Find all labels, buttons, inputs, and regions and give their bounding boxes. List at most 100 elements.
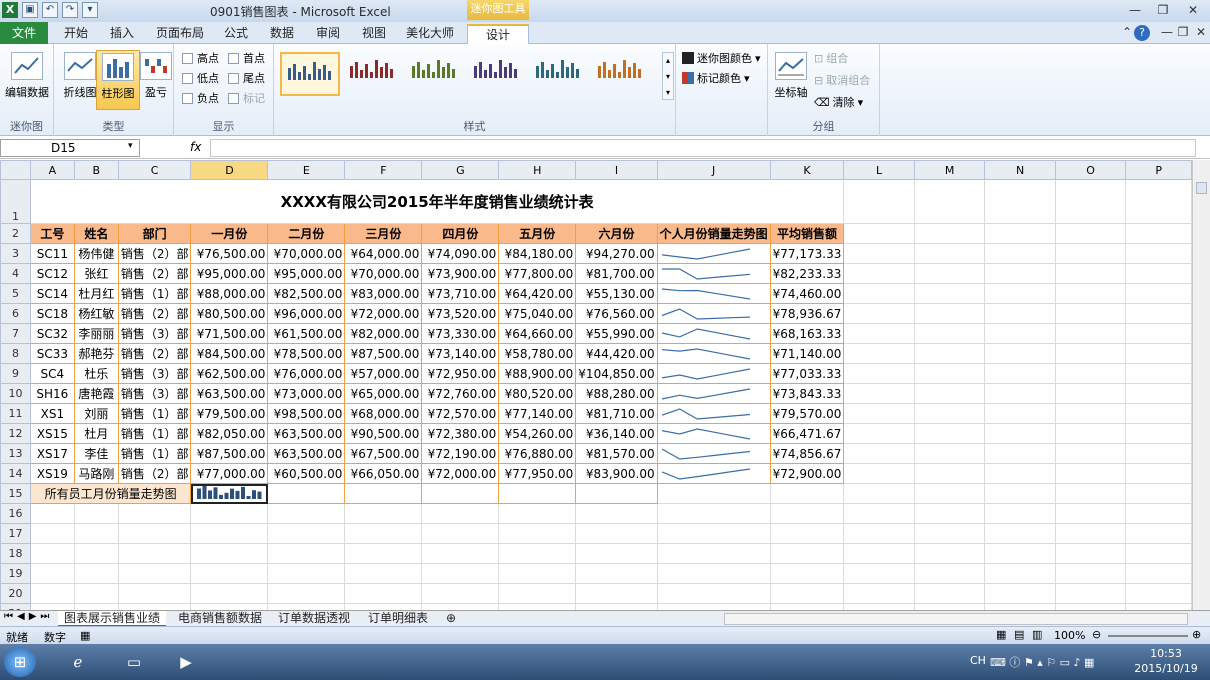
cell-sales[interactable]: ¥74,090.00 — [421, 243, 500, 264]
cell[interactable] — [769, 563, 845, 584]
cell[interactable] — [984, 243, 1056, 264]
cell-dept[interactable]: 销售（1）部 — [117, 423, 192, 444]
cell-average[interactable]: ¥72,900.00 — [769, 463, 845, 484]
cell-sales[interactable]: ¥72,570.00 — [421, 403, 500, 424]
cell[interactable] — [843, 403, 915, 424]
cell[interactable] — [913, 583, 986, 604]
cell[interactable] — [421, 503, 500, 524]
cell[interactable] — [498, 583, 577, 604]
cell-sales[interactable]: ¥87,500.00 — [344, 343, 423, 364]
cell[interactable] — [267, 483, 346, 504]
cell[interactable] — [913, 243, 986, 264]
cell-name[interactable]: 郝艳芬 — [73, 343, 119, 364]
cell-sales[interactable]: ¥83,900.00 — [575, 463, 658, 484]
cell[interactable] — [913, 463, 986, 484]
normal-view-icon[interactable]: ▦ — [996, 628, 1006, 641]
row-header[interactable]: 7 — [0, 323, 31, 344]
cell[interactable] — [190, 523, 269, 544]
cell-sparkline[interactable] — [656, 423, 771, 444]
cell-sales[interactable]: ¥87,500.00 — [190, 443, 269, 464]
cell-sales[interactable]: ¥77,950.00 — [498, 463, 577, 484]
cell[interactable] — [190, 543, 269, 564]
cell-sparkline[interactable] — [656, 243, 771, 264]
cell[interactable] — [843, 583, 915, 604]
cell[interactable] — [29, 583, 75, 604]
cell[interactable] — [984, 383, 1056, 404]
cell[interactable] — [1125, 323, 1192, 344]
cell[interactable] — [421, 543, 500, 564]
style-option-1[interactable] — [280, 52, 340, 96]
cell-id[interactable]: XS19 — [29, 463, 75, 484]
cell-sales[interactable]: ¥63,500.00 — [267, 423, 346, 444]
cell[interactable] — [1054, 223, 1127, 244]
customize-qat-icon[interactable]: ▾ — [82, 2, 98, 18]
cell[interactable] — [843, 423, 915, 444]
cell[interactable] — [344, 483, 423, 504]
cell-sales[interactable]: ¥66,050.00 — [344, 463, 423, 484]
col-header[interactable]: O — [1054, 160, 1127, 180]
cell-sales[interactable]: ¥90,500.00 — [344, 423, 423, 444]
cell[interactable] — [843, 463, 915, 484]
cell-id[interactable]: SC11 — [29, 243, 75, 264]
row-header[interactable]: 1 — [0, 179, 31, 224]
cell-sales[interactable]: ¥80,520.00 — [498, 383, 577, 404]
cell[interactable] — [843, 343, 915, 364]
cell-sales[interactable]: ¥71,500.00 — [190, 323, 269, 344]
cell[interactable] — [575, 543, 658, 564]
name-box[interactable]: D15 — [0, 139, 140, 157]
cell[interactable] — [656, 543, 771, 564]
cell[interactable] — [421, 563, 500, 584]
col-header[interactable]: H — [498, 160, 577, 180]
new-sheet-icon[interactable]: ⊕ — [440, 611, 462, 627]
cell-sales[interactable]: ¥95,000.00 — [267, 263, 346, 284]
cell[interactable] — [498, 503, 577, 524]
cell[interactable] — [1054, 383, 1127, 404]
row-header[interactable]: 13 — [0, 443, 31, 464]
cell-sales[interactable]: ¥72,760.00 — [421, 383, 500, 404]
cell-sales[interactable]: ¥65,000.00 — [344, 383, 423, 404]
cell[interactable] — [1125, 523, 1192, 544]
cell[interactable] — [1125, 563, 1192, 584]
cell-sales[interactable]: ¥72,190.00 — [421, 443, 500, 464]
cell[interactable] — [73, 523, 119, 544]
cell-dept[interactable]: 销售（2）部 — [117, 263, 192, 284]
high-point-checkbox[interactable]: 高点 — [182, 50, 219, 66]
cell-sales[interactable]: ¥58,780.00 — [498, 343, 577, 364]
cell-average[interactable]: ¥74,460.00 — [769, 283, 845, 304]
col-header[interactable]: A — [29, 160, 75, 180]
cell-id[interactable]: SC18 — [29, 303, 75, 324]
cell[interactable] — [1125, 243, 1192, 264]
cell-sales[interactable]: ¥60,500.00 — [267, 463, 346, 484]
cell[interactable] — [1125, 383, 1192, 404]
cell[interactable] — [575, 503, 658, 524]
col-header[interactable]: C — [117, 160, 192, 180]
cell-sales[interactable]: ¥82,000.00 — [344, 323, 423, 344]
cell[interactable] — [913, 543, 986, 564]
cell[interactable] — [913, 443, 986, 464]
cell-sales[interactable]: ¥82,050.00 — [190, 423, 269, 444]
row-header[interactable]: 8 — [0, 343, 31, 364]
cell[interactable] — [769, 583, 845, 604]
row-header[interactable]: 19 — [0, 563, 31, 584]
cell[interactable] — [843, 303, 915, 324]
cell[interactable] — [344, 583, 423, 604]
cell[interactable] — [984, 423, 1056, 444]
cell-sparkline[interactable] — [656, 343, 771, 364]
cell[interactable] — [1125, 263, 1192, 284]
cell[interactable] — [267, 543, 346, 564]
cell[interactable] — [843, 523, 915, 544]
col-header[interactable]: B — [73, 160, 119, 180]
cell-sales[interactable]: ¥64,000.00 — [344, 243, 423, 264]
cell[interactable] — [1054, 363, 1127, 384]
cell[interactable] — [1054, 503, 1127, 524]
cell[interactable] — [117, 583, 192, 604]
cell[interactable] — [575, 583, 658, 604]
row-header[interactable]: 12 — [0, 423, 31, 444]
cell[interactable] — [421, 583, 500, 604]
cell-name[interactable]: 马路刚 — [73, 463, 119, 484]
row-header[interactable]: 11 — [0, 403, 31, 424]
cell-sales[interactable]: ¥54,260.00 — [498, 423, 577, 444]
cell-sales[interactable]: ¥76,560.00 — [575, 303, 658, 324]
cell-sales[interactable]: ¥82,500.00 — [267, 283, 346, 304]
col-header[interactable]: L — [843, 160, 915, 180]
